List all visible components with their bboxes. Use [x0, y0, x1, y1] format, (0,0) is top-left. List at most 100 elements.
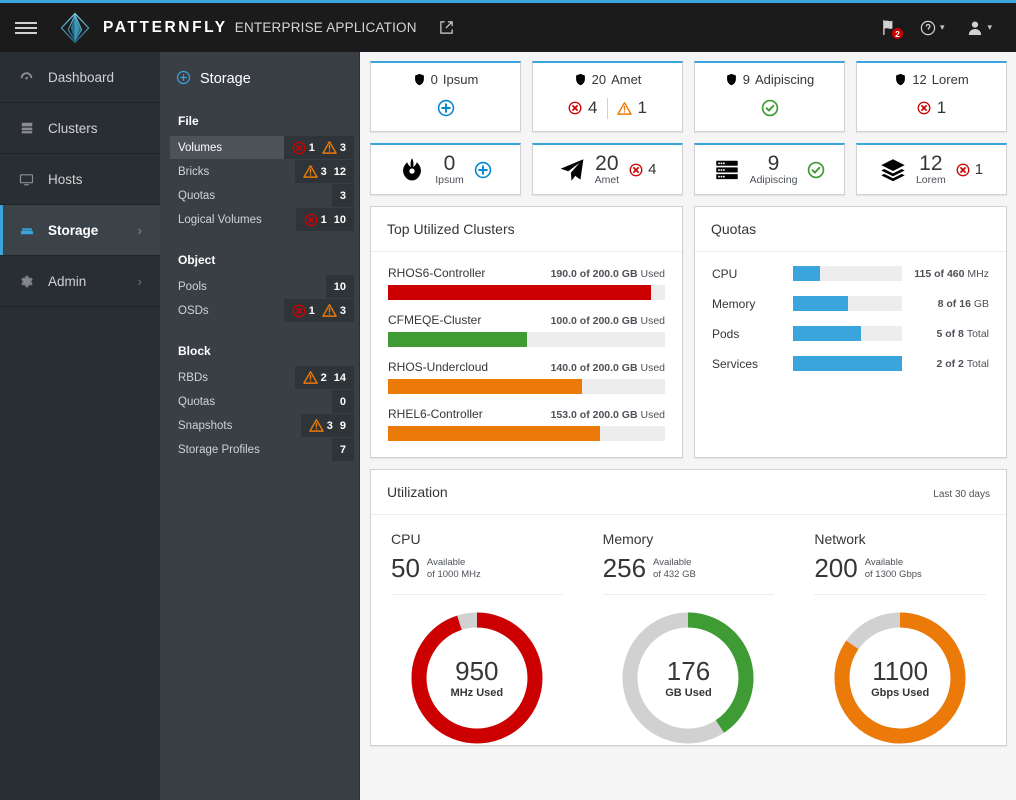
aggregate-count: 12	[912, 72, 927, 87]
progress-fill	[793, 266, 821, 282]
secondary-nav-item-quotas[interactable]: Quotas 3	[170, 184, 354, 207]
aggregate-status-card[interactable]: 0 Ipsum	[370, 61, 521, 132]
status-error[interactable]: 1	[956, 161, 983, 178]
status-warning[interactable]: 1	[616, 98, 647, 118]
sidebar-item-admin[interactable]: Admin ›	[0, 256, 160, 307]
help-menu-button[interactable]: ▾	[912, 14, 953, 42]
status-error[interactable]: 4	[568, 98, 598, 118]
mini-card-count[interactable]: 0 Ipsum	[435, 153, 464, 186]
total-label: of 432 GB	[653, 568, 696, 580]
utilization-column-cpu: CPU 50 Available of 1000 MHz 950 MHz Used	[371, 515, 583, 745]
count-badge: 9	[339, 419, 346, 432]
secondary-nav-item-bricks[interactable]: Bricks 3 12	[170, 160, 354, 183]
secondary-nav-item-label: Snapshots	[178, 419, 233, 432]
shield-icon	[896, 73, 906, 86]
mini-card-count[interactable]: 9 Adipiscing	[750, 153, 798, 186]
aggregate-label: Lorem	[931, 72, 969, 87]
secondary-nav-item-storage-profiles[interactable]: Storage Profiles 7	[170, 438, 354, 461]
cluster-icon	[18, 121, 35, 135]
cluster-name[interactable]: RHOS-Undercloud	[388, 360, 488, 374]
status-ok[interactable]	[761, 99, 779, 117]
mini-count-value: 12	[919, 152, 943, 175]
aggregate-card-title[interactable]: 20 Amet	[539, 72, 676, 87]
status-ok[interactable]	[807, 161, 825, 179]
donut-chart: 1100 Gbps Used	[833, 611, 967, 745]
aggregate-status-card[interactable]: 12 Lorem 1	[856, 61, 1007, 132]
error-badge: 1	[292, 141, 315, 155]
external-link-icon[interactable]	[439, 20, 454, 35]
brand-subtitle: ENTERPRISE APPLICATION	[234, 19, 417, 35]
secondary-nav-item-snapshots[interactable]: Snapshots 3 9	[170, 414, 354, 437]
aggregate-count: 0	[430, 72, 438, 87]
aggregate-card-title[interactable]: 9 Adipiscing	[701, 72, 838, 87]
progress-track	[388, 426, 665, 442]
donut-chart: 950 MHz Used	[410, 611, 544, 745]
aggregate-status-card[interactable]: 9 Adipiscing	[694, 61, 845, 132]
sidebar-item-clusters[interactable]: Clusters	[0, 103, 160, 154]
available-value: 50	[391, 553, 420, 584]
user-menu-button[interactable]: ▾	[959, 14, 1000, 42]
available-value: 256	[602, 553, 647, 584]
donut-used-value: 950	[455, 655, 499, 686]
secondary-nav-item-logical-volumes[interactable]: Logical Volumes 1 10	[170, 208, 354, 231]
nav-toggle-button[interactable]	[0, 3, 52, 52]
sidebar-item-storage[interactable]: Storage ›	[0, 205, 160, 256]
status-add[interactable]	[437, 99, 455, 117]
mini-count-value: 9	[767, 152, 780, 175]
layers-icon	[881, 158, 905, 181]
mini-status-card[interactable]: 9 Adipiscing	[694, 143, 845, 196]
secondary-nav-item-label: Quotas	[178, 189, 216, 202]
aggregate-status-card[interactable]: 20 Amet 4 1	[532, 61, 683, 132]
notifications-button[interactable]: 2	[872, 13, 905, 42]
cluster-name[interactable]: RHEL6-Controller	[388, 407, 483, 421]
error-circle-icon	[956, 163, 970, 176]
mini-card-count[interactable]: 20 Amet	[595, 153, 620, 186]
status-add[interactable]	[474, 161, 492, 179]
secondary-nav-item-pools[interactable]: Pools 10	[170, 275, 354, 298]
aggregate-card-title[interactable]: 0 Ipsum	[377, 72, 514, 87]
cluster-usage-text: 153.0 of 200.0 GB Used	[550, 409, 665, 422]
mini-count-label: Adipiscing	[749, 174, 798, 187]
available-labels: Available of 432 GB	[653, 557, 696, 581]
secondary-nav-item-volumes[interactable]: Volumes 1 3	[170, 136, 354, 159]
brand-name: PATTERNFLY	[103, 18, 228, 36]
secondary-nav-item-osds[interactable]: OSDs 1 3	[170, 299, 354, 322]
cluster-name[interactable]: RHOS6-Controller	[388, 266, 485, 280]
donut-chart-wrapper: 176 GB Used	[603, 595, 775, 745]
progress-fill	[388, 332, 527, 348]
mini-status-card[interactable]: 0 Ipsum	[370, 143, 521, 196]
status-error[interactable]: 4	[629, 161, 656, 178]
count-badge: 10	[333, 213, 346, 226]
status-value: 1	[637, 98, 647, 117]
available-label: Available	[864, 556, 904, 568]
secondary-nav-item-label: Volumes	[178, 141, 223, 154]
error-circle-icon	[292, 304, 306, 317]
donut-used-unit: MHz Used	[450, 686, 504, 699]
progress-fill	[793, 326, 862, 342]
status-error[interactable]: 1	[917, 98, 946, 118]
warning-triangle-icon	[302, 370, 318, 384]
warning-triangle-icon	[616, 101, 632, 115]
sidebar-item-label: Dashboard	[48, 69, 115, 85]
sidebar-item-dashboard[interactable]: Dashboard	[0, 52, 160, 103]
quota-name: Services	[712, 356, 759, 371]
mini-card-count[interactable]: 12 Lorem	[916, 153, 946, 186]
cluster-name[interactable]: CFMEQE-Cluster	[388, 313, 481, 327]
progress-fill	[388, 285, 652, 301]
secondary-nav-item-rbds[interactable]: RBDs 2 14	[170, 366, 354, 389]
mini-status-card[interactable]: 20 Amet 4	[532, 143, 683, 196]
available-label: Available	[426, 556, 466, 568]
donut-used-unit: Gbps Used	[871, 686, 930, 699]
card-body: CPU 115 of 460 MHz Memory 8 of 16 GB Pods 5 o…	[695, 252, 1006, 387]
brand[interactable]: PATTERNFLY ENTERPRISE APPLICATION	[58, 11, 417, 45]
quota-name: Pods	[712, 326, 740, 341]
aggregate-card-title[interactable]: 12 Lorem	[863, 72, 1000, 87]
count-badge: 3	[339, 189, 346, 202]
card-title: Utilization	[387, 484, 448, 501]
mini-status-card[interactable]: 12 Lorem 1	[856, 143, 1007, 196]
chevron-right-icon: ›	[137, 222, 142, 238]
sidebar-item-hosts[interactable]: Hosts	[0, 154, 160, 205]
secondary-nav-item-quotas[interactable]: Quotas 0	[170, 390, 354, 413]
warning-triangle-icon	[302, 164, 318, 178]
progress-track	[793, 356, 902, 372]
